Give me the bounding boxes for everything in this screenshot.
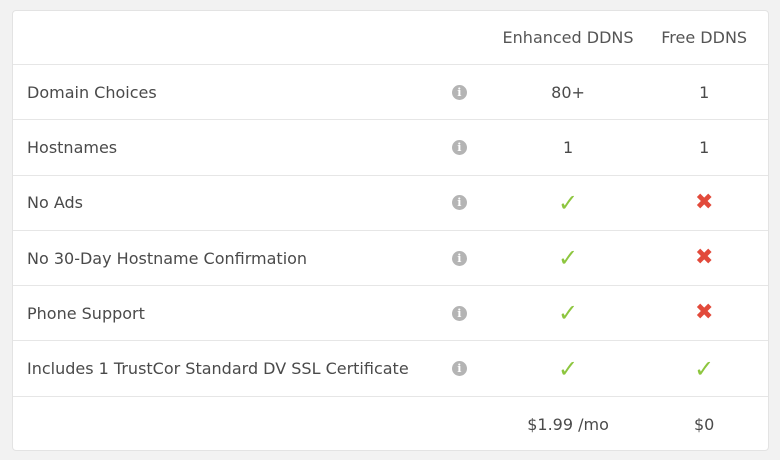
enhanced-value: ✓ xyxy=(496,246,641,270)
feature-label: Phone Support xyxy=(27,303,145,323)
check-icon: ✓ xyxy=(694,354,715,383)
feature-label: Includes 1 TrustCor Standard DV SSL Cert… xyxy=(27,359,409,379)
cross-icon: ✖ xyxy=(694,300,714,326)
enhanced-value: ✓ xyxy=(496,191,641,215)
info-icon[interactable]: i xyxy=(451,195,467,211)
table-header-row: Enhanced DDNS Free DDNS xyxy=(13,11,768,65)
comparison-table: Enhanced DDNS Free DDNS Domain Choices i… xyxy=(12,10,769,451)
enhanced-value: ✓ xyxy=(496,301,641,325)
enhanced-value: 1 xyxy=(562,137,574,157)
free-value: ✖ xyxy=(640,189,768,215)
header-free-ddns: Free DDNS xyxy=(661,28,748,47)
info-icon[interactable]: i xyxy=(451,84,467,100)
free-value: ✓ xyxy=(640,357,768,381)
info-icon[interactable]: i xyxy=(451,139,467,155)
table-row: No 30-Day Hostname Confirmation i ✓ ✖ xyxy=(13,231,768,287)
cross-icon: ✖ xyxy=(694,245,714,271)
check-icon: ✓ xyxy=(557,299,579,328)
table-row: Domain Choices i 80+ 1 xyxy=(13,65,768,121)
info-icon[interactable]: i xyxy=(451,305,467,321)
table-row: No Ads i ✓ ✖ xyxy=(13,176,768,231)
free-price: $0 xyxy=(693,414,715,434)
enhanced-price: $1.99 /mo xyxy=(527,414,609,434)
header-enhanced-ddns: Enhanced DDNS xyxy=(502,28,634,47)
free-value: 1 xyxy=(699,82,710,102)
feature-label: No 30-Day Hostname Confirmation xyxy=(27,248,308,268)
feature-label: No Ads xyxy=(27,193,83,213)
table-row: Phone Support i ✓ ✖ xyxy=(13,286,768,342)
info-icon[interactable]: i xyxy=(451,361,467,377)
free-value: ✖ xyxy=(640,302,768,324)
enhanced-value: 80+ xyxy=(551,82,585,102)
feature-label: Hostnames xyxy=(27,137,118,157)
pricing-row: $1.99 /mo $0 xyxy=(13,397,768,450)
info-icon[interactable]: i xyxy=(451,250,467,266)
enhanced-value: ✓ xyxy=(496,357,641,381)
table-row: Includes 1 TrustCor Standard DV SSL Cert… xyxy=(13,341,768,397)
table-row: Hostnames i 1 1 xyxy=(13,120,768,176)
check-icon: ✓ xyxy=(557,244,579,273)
check-icon: ✓ xyxy=(557,354,579,383)
feature-label: Domain Choices xyxy=(27,82,157,102)
cross-icon: ✖ xyxy=(694,189,714,215)
check-icon: ✓ xyxy=(557,188,579,217)
free-value: 1 xyxy=(699,137,710,157)
free-value: ✖ xyxy=(640,247,768,269)
